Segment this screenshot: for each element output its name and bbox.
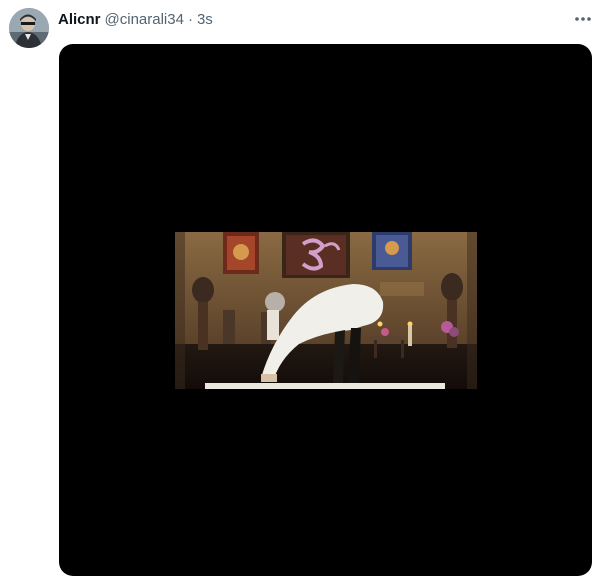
user-avatar-icon <box>9 8 49 48</box>
display-name[interactable]: Alicnr <box>58 11 101 28</box>
video-player[interactable] <box>175 232 477 389</box>
tweet-header: Alicnr @cinarali34 · 3s <box>0 0 600 48</box>
more-horizontal-icon <box>575 17 591 21</box>
author-line: Alicnr @cinarali34 · 3s <box>58 8 213 30</box>
handle[interactable]: @cinarali34 <box>105 11 184 28</box>
media-container[interactable] <box>59 44 592 576</box>
more-options-button[interactable] <box>572 8 594 30</box>
timestamp[interactable]: 3s <box>197 11 213 28</box>
separator-dot: · <box>187 10 193 28</box>
video-frame-image <box>175 232 477 389</box>
avatar[interactable] <box>9 8 49 48</box>
